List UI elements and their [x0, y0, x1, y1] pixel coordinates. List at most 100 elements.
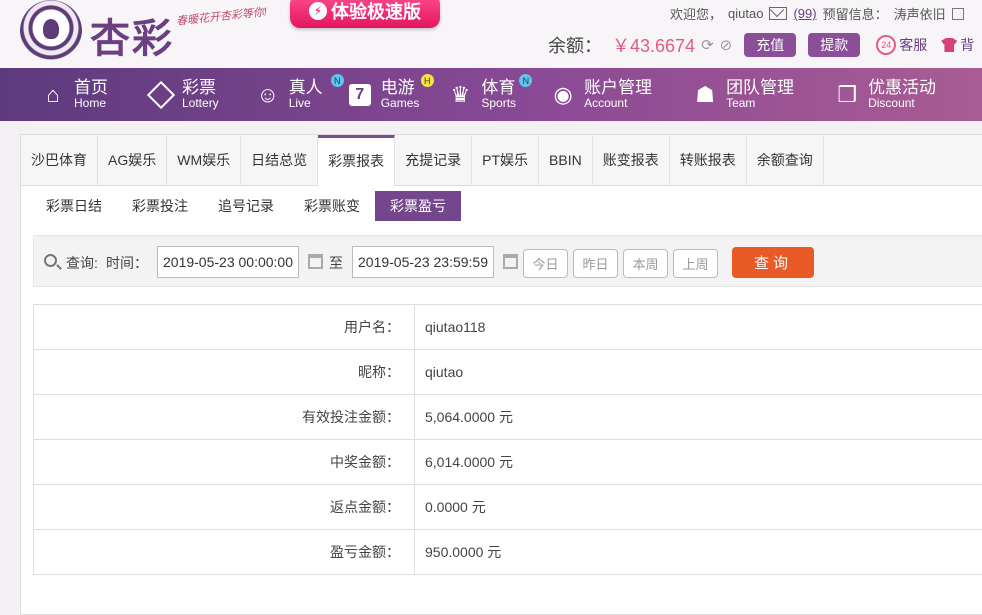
nav-label: 优惠活动 — [868, 78, 937, 98]
nav-item-discount[interactable]: ❒ 优惠活动 Discount — [794, 68, 936, 121]
promo-button[interactable]: ⚡ 体验极速版 — [290, 0, 440, 28]
edit-icon[interactable] — [951, 7, 964, 20]
reserved-info-value: 涛声依旧 — [893, 7, 946, 22]
lightning-icon: ⚡ — [309, 2, 327, 20]
to-label: 至 — [329, 255, 343, 271]
nav-label: 真人 — [288, 78, 323, 98]
search-button[interactable]: 查询 — [732, 247, 814, 278]
report-tabs: 沙巴体育 AG娱乐 WM娱乐 日结总览 彩票报表 充提记录 PT娱乐 BBIN … — [21, 135, 982, 186]
subtab-account-change[interactable]: 彩票账变 — [289, 191, 375, 221]
logo-text[interactable]: 杏彩 — [90, 6, 174, 64]
header: 杏彩 春暖花开杏彩等你! ⚡ 体验极速版 欢迎您， qiutao (99) 预留… — [0, 0, 982, 68]
customer-service-icon[interactable]: 24 — [876, 35, 897, 55]
shirt-icon[interactable] — [941, 38, 958, 52]
nav-sublabel: Account — [584, 96, 628, 111]
row-value: 0.0000 元 — [425, 499, 486, 515]
today-button[interactable]: 今日 — [523, 249, 568, 278]
row-value: 5,064.0000 元 — [425, 409, 513, 425]
tab-saba-sports[interactable]: 沙巴体育 — [21, 135, 98, 185]
nav-sublabel: Team — [726, 96, 756, 111]
tab-transfer-report[interactable]: 转账报表 — [670, 135, 747, 185]
tab-deposit-withdraw[interactable]: 充提记录 — [395, 135, 473, 185]
gift-icon: ❒ — [837, 81, 857, 107]
tab-ag[interactable]: AG娱乐 — [98, 135, 168, 185]
nav-sublabel: Home — [74, 96, 107, 111]
search-icon — [44, 254, 57, 267]
nav-label: 团队管理 — [726, 78, 795, 98]
row-label: 用户名： — [33, 305, 415, 349]
row-value: qiutao — [425, 364, 464, 380]
calendar-icon[interactable] — [503, 254, 518, 269]
nav-sublabel: Sports — [481, 96, 517, 111]
username-label: qiutao — [728, 6, 764, 21]
row-value: 950.0000 元 — [425, 544, 502, 560]
live-icon: ☺ — [256, 81, 279, 107]
nav-item-games[interactable]: 7 电游 Games H — [323, 68, 434, 121]
refresh-icon[interactable]: ⟳ — [701, 36, 714, 54]
this-week-button[interactable]: 本周 — [623, 249, 668, 278]
calendar-icon[interactable] — [308, 254, 323, 269]
report-panel: 沙巴体育 AG娱乐 WM娱乐 日结总览 彩票报表 充提记录 PT娱乐 BBIN … — [20, 134, 982, 615]
nav-label: 电游 — [380, 78, 415, 98]
table-row: 中奖金额： 6,014.0000 元 — [33, 440, 982, 485]
start-time-input[interactable] — [157, 246, 299, 278]
row-label: 昵称： — [33, 350, 415, 394]
nav-label: 彩票 — [182, 78, 216, 98]
subtab-profit-loss[interactable]: 彩票盈亏 — [375, 191, 461, 221]
last-week-button[interactable]: 上周 — [673, 249, 718, 278]
tab-account-change[interactable]: 账变报表 — [593, 135, 670, 185]
nav-item-account[interactable]: ◉ 账户管理 Account — [516, 68, 652, 121]
subtab-daily[interactable]: 彩票日结 — [31, 191, 117, 221]
welcome-label: 欢迎您， — [670, 7, 723, 22]
table-row: 用户名： qiutao118 — [33, 305, 982, 350]
mail-icon[interactable] — [769, 7, 788, 20]
team-icon: ☗ — [695, 81, 715, 107]
nav-item-home[interactable]: ⌂ 首页 Home — [0, 68, 108, 121]
end-time-input[interactable] — [352, 246, 494, 278]
balance-label: 余额： — [548, 36, 602, 56]
table-row: 有效投注金额： 5,064.0000 元 — [33, 395, 982, 440]
time-label: 时间： — [106, 255, 148, 271]
table-row: 盈亏金额： 950.0000 元 — [33, 530, 982, 575]
nav-item-live[interactable]: ☺ 真人 Live N — [219, 68, 344, 121]
row-label: 盈亏金额： — [33, 530, 415, 574]
user-info: 欢迎您， qiutao (99) 预留信息： 涛声依旧 — [670, 4, 964, 23]
slogan: 春暖花开杏彩等你! — [175, 6, 268, 28]
tab-balance-query[interactable]: 余额查询 — [747, 135, 824, 185]
promo-label: 体验极速版 — [331, 2, 421, 22]
nav-sublabel: Lottery — [182, 96, 219, 111]
tab-bbin[interactable]: BBIN — [539, 135, 593, 185]
customer-service-link[interactable]: 客服 — [899, 35, 927, 55]
row-value: 6,014.0000 元 — [425, 454, 513, 470]
extra-link[interactable]: 背 — [960, 35, 974, 55]
nav-item-team[interactable]: ☗ 团队管理 Team — [652, 68, 794, 121]
nav-label: 体育 — [481, 78, 516, 98]
nav-item-sports[interactable]: ♛ 体育 Sports N — [419, 68, 533, 121]
tab-daily-overview[interactable]: 日结总览 — [241, 135, 319, 185]
table-row: 返点金额： 0.0000 元 — [33, 485, 982, 530]
home-icon: ⌂ — [46, 81, 60, 107]
message-count-link[interactable]: (99) — [793, 6, 816, 21]
account-icon: ◉ — [553, 81, 573, 107]
balance-row: 余额： ￥43.6674 ⟳ ⊘ 充值 提款 24 客服 背 — [548, 32, 974, 58]
subtab-bets[interactable]: 彩票投注 — [117, 191, 203, 221]
tab-pt[interactable]: PT娱乐 — [472, 135, 540, 185]
tab-wm[interactable]: WM娱乐 — [167, 135, 242, 185]
nav-sublabel: Live — [288, 96, 311, 111]
yesterday-button[interactable]: 昨日 — [573, 249, 618, 278]
lottery-subtabs: 彩票日结 彩票投注 追号记录 彩票账变 彩票盈亏 — [21, 186, 982, 226]
nav-label: 首页 — [74, 78, 108, 98]
subtab-chase[interactable]: 追号记录 — [203, 191, 289, 221]
query-label: 查询: — [66, 255, 98, 271]
withdraw-button[interactable]: 提款 — [808, 33, 861, 57]
nav-item-lottery[interactable]: 彩票 Lottery — [108, 68, 219, 121]
hide-balance-icon[interactable]: ⊘ — [720, 36, 733, 54]
balance-value: ￥43.6674 — [612, 36, 696, 56]
lottery-icon — [146, 80, 176, 109]
row-value: qiutao118 — [425, 319, 486, 335]
main-nav: ⌂ 首页 Home 彩票 Lottery ☺ 真人 Live N 7 电游 Games … — [0, 68, 982, 121]
recharge-button[interactable]: 充值 — [744, 33, 797, 57]
tab-lottery-report[interactable]: 彩票报表 — [318, 135, 396, 186]
games-icon: 7 — [347, 82, 373, 108]
row-label: 中奖金额： — [33, 440, 415, 484]
